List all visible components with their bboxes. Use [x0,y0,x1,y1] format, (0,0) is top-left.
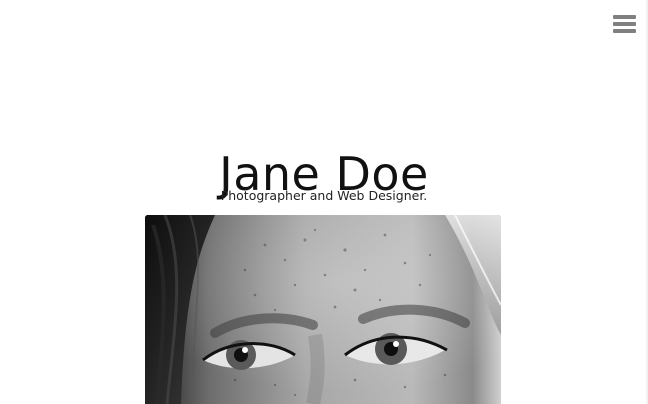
hamburger-menu-icon[interactable] [613,13,636,35]
menu-bar-bottom [613,29,636,33]
portrait-illustration [145,215,501,404]
page-subtitle: Photographer and Web Designer. [220,188,428,203]
portrait-image [145,215,501,404]
menu-bar-top [613,15,636,19]
menu-bar-middle [613,22,636,26]
page: Jane Doe Photographer and Web Designer. [0,0,648,404]
